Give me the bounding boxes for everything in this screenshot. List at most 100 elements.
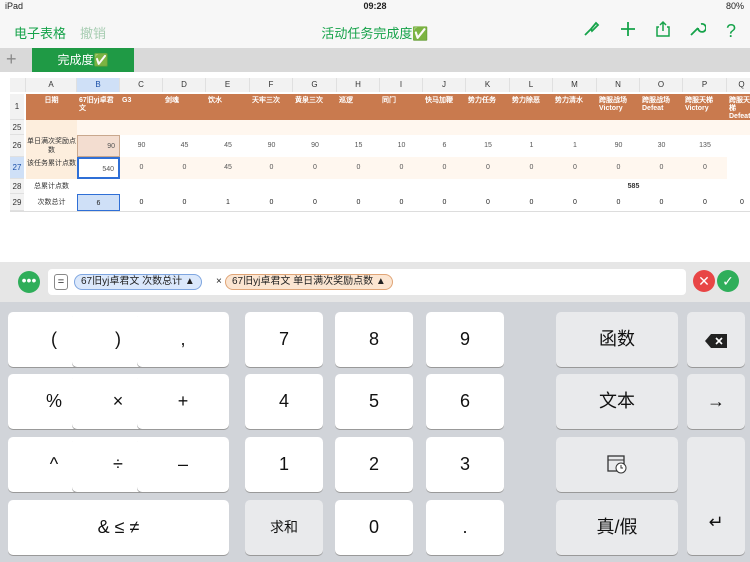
column-header-b[interactable]: B	[77, 78, 120, 92]
column-header-d[interactable]: D	[163, 78, 206, 92]
header-cell[interactable]: 势力任务	[466, 94, 510, 120]
grid-cell[interactable]: 0	[553, 194, 597, 211]
add-icon[interactable]	[617, 20, 639, 42]
grid-cell[interactable]	[423, 120, 466, 135]
grid-cell[interactable]: 6	[77, 194, 120, 211]
grid-cell[interactable]	[727, 120, 750, 135]
grid-cell[interactable]: 1	[206, 194, 250, 211]
formula-token-daily-points[interactable]: 67旧yj卓君文 单日满次奖励点数 ▲	[225, 274, 393, 290]
grid-cell[interactable]: 6	[423, 135, 466, 157]
row-label-total-points[interactable]: 总累计点数	[26, 179, 77, 194]
grid-cell[interactable]: 0	[597, 194, 640, 211]
digit-1-key[interactable]: 1	[245, 437, 323, 492]
grid-cell[interactable]: 0	[120, 157, 163, 179]
grid-cell[interactable]: 10	[380, 135, 423, 157]
header-cell[interactable]: 日期	[26, 94, 77, 120]
cancel-icon[interactable]: ✕	[693, 270, 715, 292]
digit-4-key[interactable]: 4	[245, 374, 323, 429]
row-label-count-total[interactable]: 次数总计	[26, 194, 77, 211]
grid-cell[interactable]: 0	[250, 157, 293, 179]
grid-cell[interactable]: 0	[640, 194, 683, 211]
grid-cell[interactable]	[553, 120, 597, 135]
spreadsheet-grid[interactable]: A B C D E F G H I J K L M N O P Q 1 25 26 27 28 29 日期 67旧yj卓君文 G3…	[0, 72, 750, 262]
grid-cell[interactable]: 0	[380, 194, 423, 211]
column-header-i[interactable]: I	[380, 78, 423, 92]
selected-cell[interactable]: 540	[77, 157, 120, 179]
grid-cell[interactable]: 1	[510, 135, 553, 157]
confirm-icon[interactable]: ✓	[717, 270, 739, 292]
header-cell[interactable]: 剑魂	[163, 94, 206, 120]
wrench-icon[interactable]	[686, 20, 708, 42]
grid-cell[interactable]: 45	[206, 157, 250, 179]
column-header-o[interactable]: O	[640, 78, 683, 92]
grid-cell[interactable]: 90	[250, 135, 293, 157]
date-time-key[interactable]	[556, 437, 678, 492]
add-sheet-button[interactable]: +	[6, 49, 17, 70]
row-header-27[interactable]: 27	[10, 157, 24, 179]
grid-cell[interactable]: 45	[163, 135, 206, 157]
boolean-key[interactable]: 真/假	[556, 500, 678, 555]
row-header-1[interactable]: 1	[10, 94, 24, 120]
digit-6-key[interactable]: 6	[426, 374, 504, 429]
grid-cell[interactable]	[26, 120, 77, 135]
grid-cell[interactable]: 0	[683, 194, 727, 211]
operators-key[interactable]: & ≤ ≠	[8, 500, 229, 555]
header-cell[interactable]: 天牢三次	[250, 94, 293, 120]
column-header-g[interactable]: G	[293, 78, 337, 92]
grid-cell[interactable]: 0	[553, 157, 597, 179]
grid-cell[interactable]	[293, 120, 337, 135]
sum-key[interactable]: 求和	[245, 500, 323, 555]
digit-2-key[interactable]: 2	[335, 437, 413, 492]
column-header-f[interactable]: F	[250, 78, 293, 92]
header-cell[interactable]: 同门	[380, 94, 423, 120]
tab-right-key[interactable]: →	[687, 374, 745, 429]
column-header-c[interactable]: C	[120, 78, 163, 92]
functions-key[interactable]: 函数	[556, 312, 678, 367]
header-cell[interactable]: 跨服天梯Victory	[683, 94, 727, 120]
sheet-tab[interactable]: 完成度✅	[32, 48, 134, 72]
grid-cell[interactable]	[163, 120, 206, 135]
grid-cell[interactable]: 15	[337, 135, 380, 157]
row-header-25[interactable]: 25	[10, 120, 24, 135]
header-cell[interactable]: 势力除恶	[510, 94, 553, 120]
column-header-k[interactable]: K	[466, 78, 510, 92]
grid-cell[interactable]: 0	[293, 157, 337, 179]
help-icon[interactable]: ?	[720, 20, 742, 42]
digit-8-key[interactable]: 8	[335, 312, 413, 367]
grid-cell[interactable]	[250, 120, 293, 135]
row-header-26[interactable]: 26	[10, 135, 24, 157]
column-header-l[interactable]: L	[510, 78, 553, 92]
header-cell[interactable]: 势力清水	[553, 94, 597, 120]
grid-cell[interactable]: 90	[293, 135, 337, 157]
row-label-cumulative-points[interactable]: 该任务累计点数	[26, 157, 77, 179]
header-cell[interactable]: 跨服战场Victory	[597, 94, 640, 120]
grid-cell[interactable]: 0	[640, 157, 683, 179]
header-cell[interactable]: 跨服战场Defeat	[640, 94, 683, 120]
grid-cell[interactable]: 0	[597, 157, 640, 179]
return-key[interactable]: ↵	[687, 437, 745, 555]
column-header-m[interactable]: M	[553, 78, 597, 92]
column-header-e[interactable]: E	[206, 78, 250, 92]
column-header-a[interactable]: A	[26, 78, 77, 92]
paintbrush-icon[interactable]	[580, 20, 602, 42]
header-cell[interactable]: 67旧yj卓君文	[77, 94, 120, 120]
grid-cell[interactable]: 0	[466, 194, 510, 211]
row-header-29[interactable]: 29	[10, 194, 24, 211]
grid-cell[interactable]	[337, 120, 380, 135]
grid-cell[interactable]: 90	[597, 135, 640, 157]
header-cell[interactable]: 巡逻	[337, 94, 380, 120]
grid-cell[interactable]	[466, 120, 510, 135]
grid-cell[interactable]	[597, 120, 640, 135]
grid-cell[interactable]: 0	[293, 194, 337, 211]
grid-cell[interactable]: 0	[337, 157, 380, 179]
row-header-28[interactable]: 28	[10, 179, 24, 194]
grid-cell[interactable]: 0	[727, 194, 750, 211]
grid-cell[interactable]: 0	[380, 157, 423, 179]
grid-cell[interactable]	[380, 120, 423, 135]
digit-5-key[interactable]: 5	[335, 374, 413, 429]
grid-cell[interactable]: 90	[120, 135, 163, 157]
grid-cell[interactable]: 0	[423, 157, 466, 179]
column-header-h[interactable]: H	[337, 78, 380, 92]
grid-cell[interactable]: 0	[120, 194, 163, 211]
column-header-j[interactable]: J	[423, 78, 466, 92]
